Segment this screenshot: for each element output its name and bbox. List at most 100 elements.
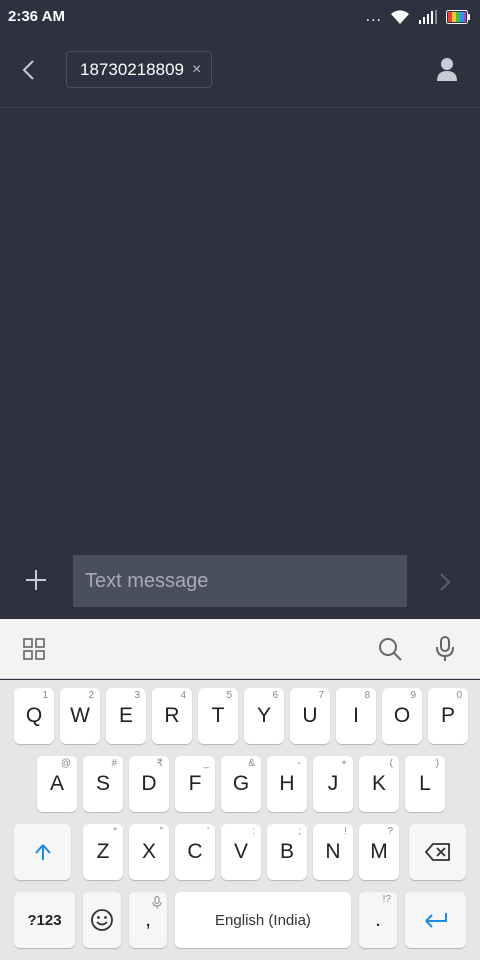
keyboard: Q1 W2 E3 R4 T5 Y6 U7 I8 O9 P0 A @ S # D ₹ F… xyxy=(0,680,480,960)
key-label: V xyxy=(233,840,248,863)
key-hint: ' xyxy=(207,826,209,837)
key-z[interactable]: Z * xyxy=(83,824,123,880)
key-hint: 5 xyxy=(226,690,232,701)
key-c[interactable]: C ' xyxy=(175,824,215,880)
key-label: L xyxy=(419,772,431,795)
key-d[interactable]: D ₹ xyxy=(129,756,169,812)
mic-icon xyxy=(152,896,162,909)
backspace-key[interactable] xyxy=(409,824,466,880)
key-o[interactable]: O9 xyxy=(382,688,422,744)
emoji-key[interactable] xyxy=(83,892,121,948)
key-hint: ( xyxy=(389,758,393,769)
key-hint: 1 xyxy=(42,690,48,701)
key-y[interactable]: Y6 xyxy=(244,688,284,744)
key-label: T xyxy=(211,704,225,727)
compose-bar xyxy=(0,548,480,618)
enter-key[interactable] xyxy=(405,892,466,948)
space-key[interactable]: English (India) xyxy=(175,892,351,948)
key-hint: @ xyxy=(60,758,71,769)
key-label: U xyxy=(302,704,318,727)
key-label: S xyxy=(95,772,110,795)
recipient-chip[interactable]: 18730218809 × xyxy=(66,51,213,88)
key-hint: ? xyxy=(387,826,393,837)
key-label: Q xyxy=(25,704,43,727)
emoji-icon xyxy=(91,909,113,931)
key-j[interactable]: J + xyxy=(313,756,353,812)
plus-icon[interactable] xyxy=(24,568,48,592)
status-bar: 2:36 AM ... xyxy=(0,0,480,34)
key-a[interactable]: A @ xyxy=(37,756,77,812)
back-icon xyxy=(22,60,34,80)
status-icons: ... xyxy=(366,8,470,26)
key-hint: & xyxy=(248,758,255,769)
key-hint: ; xyxy=(298,826,301,837)
key-s[interactable]: S # xyxy=(83,756,123,812)
key-hint: ₹ xyxy=(156,758,163,769)
enter-icon xyxy=(424,913,447,928)
key-v[interactable]: V: xyxy=(221,824,261,880)
key-label: N xyxy=(325,840,341,863)
key-i[interactable]: I8 xyxy=(336,688,376,744)
key-p[interactable]: P0 xyxy=(428,688,468,744)
space-label: English (India) xyxy=(215,911,311,929)
key-n[interactable]: N! xyxy=(313,824,353,880)
key-k[interactable]: K( xyxy=(359,756,399,812)
symbols-key[interactable]: ?123 xyxy=(14,892,75,948)
back-button[interactable] xyxy=(14,52,42,88)
comma-label: , xyxy=(145,908,151,931)
signal-icon xyxy=(419,10,437,24)
message-input[interactable] xyxy=(73,555,407,607)
key-hint: !? xyxy=(382,894,391,905)
key-b[interactable]: B; xyxy=(267,824,307,880)
conversation-header: 18730218809 × xyxy=(0,34,480,108)
status-time: 2:36 AM xyxy=(8,8,65,25)
key-l[interactable]: L) xyxy=(405,756,445,812)
key-e[interactable]: E3 xyxy=(106,688,146,744)
comma-key[interactable]: , xyxy=(129,892,167,948)
key-hint: 2 xyxy=(88,690,94,701)
shift-icon xyxy=(34,844,51,860)
key-w[interactable]: W2 xyxy=(60,688,100,744)
key-label: W xyxy=(70,704,90,727)
key-hint: 7 xyxy=(318,690,324,701)
battery-icon xyxy=(446,10,470,24)
key-label: J xyxy=(327,772,339,795)
key-hint: ) xyxy=(435,758,439,769)
key-u[interactable]: U7 xyxy=(290,688,330,744)
period-key[interactable]: .!? xyxy=(359,892,397,948)
key-hint: * xyxy=(113,826,117,837)
key-h[interactable]: H- xyxy=(267,756,307,812)
key-hint: " xyxy=(159,826,163,837)
key-label: B xyxy=(279,840,294,863)
contact-icon[interactable] xyxy=(434,56,460,82)
key-q[interactable]: Q1 xyxy=(14,688,54,744)
key-label: G xyxy=(232,772,250,795)
key-m[interactable]: M? xyxy=(359,824,399,880)
key-hint: 3 xyxy=(134,690,140,701)
key-hint: - xyxy=(297,758,301,769)
period-label: . xyxy=(375,908,381,931)
key-f[interactable]: F _ xyxy=(175,756,215,812)
grid-icon[interactable] xyxy=(23,638,45,660)
key-r[interactable]: R4 xyxy=(152,688,192,744)
shift-key[interactable] xyxy=(14,824,71,880)
mic-icon[interactable] xyxy=(434,636,456,662)
recipient-number: 18730218809 xyxy=(80,59,185,79)
key-x[interactable]: X " xyxy=(129,824,169,880)
key-label: R xyxy=(164,704,180,727)
key-label: D xyxy=(141,772,157,795)
key-label: Z xyxy=(96,840,110,863)
symbols-label: ?123 xyxy=(27,911,62,929)
more-dots: ... xyxy=(365,8,382,25)
key-g[interactable]: G & xyxy=(221,756,261,812)
close-icon[interactable]: × xyxy=(192,61,201,78)
search-icon[interactable] xyxy=(378,637,402,661)
key-label: X xyxy=(141,840,156,863)
key-hint: 4 xyxy=(180,690,186,701)
key-label: C xyxy=(187,840,203,863)
send-icon[interactable] xyxy=(436,570,454,594)
key-t[interactable]: T5 xyxy=(198,688,238,744)
key-label: Y xyxy=(256,704,271,727)
key-hint: : xyxy=(252,826,255,837)
key-hint: _ xyxy=(203,758,209,769)
